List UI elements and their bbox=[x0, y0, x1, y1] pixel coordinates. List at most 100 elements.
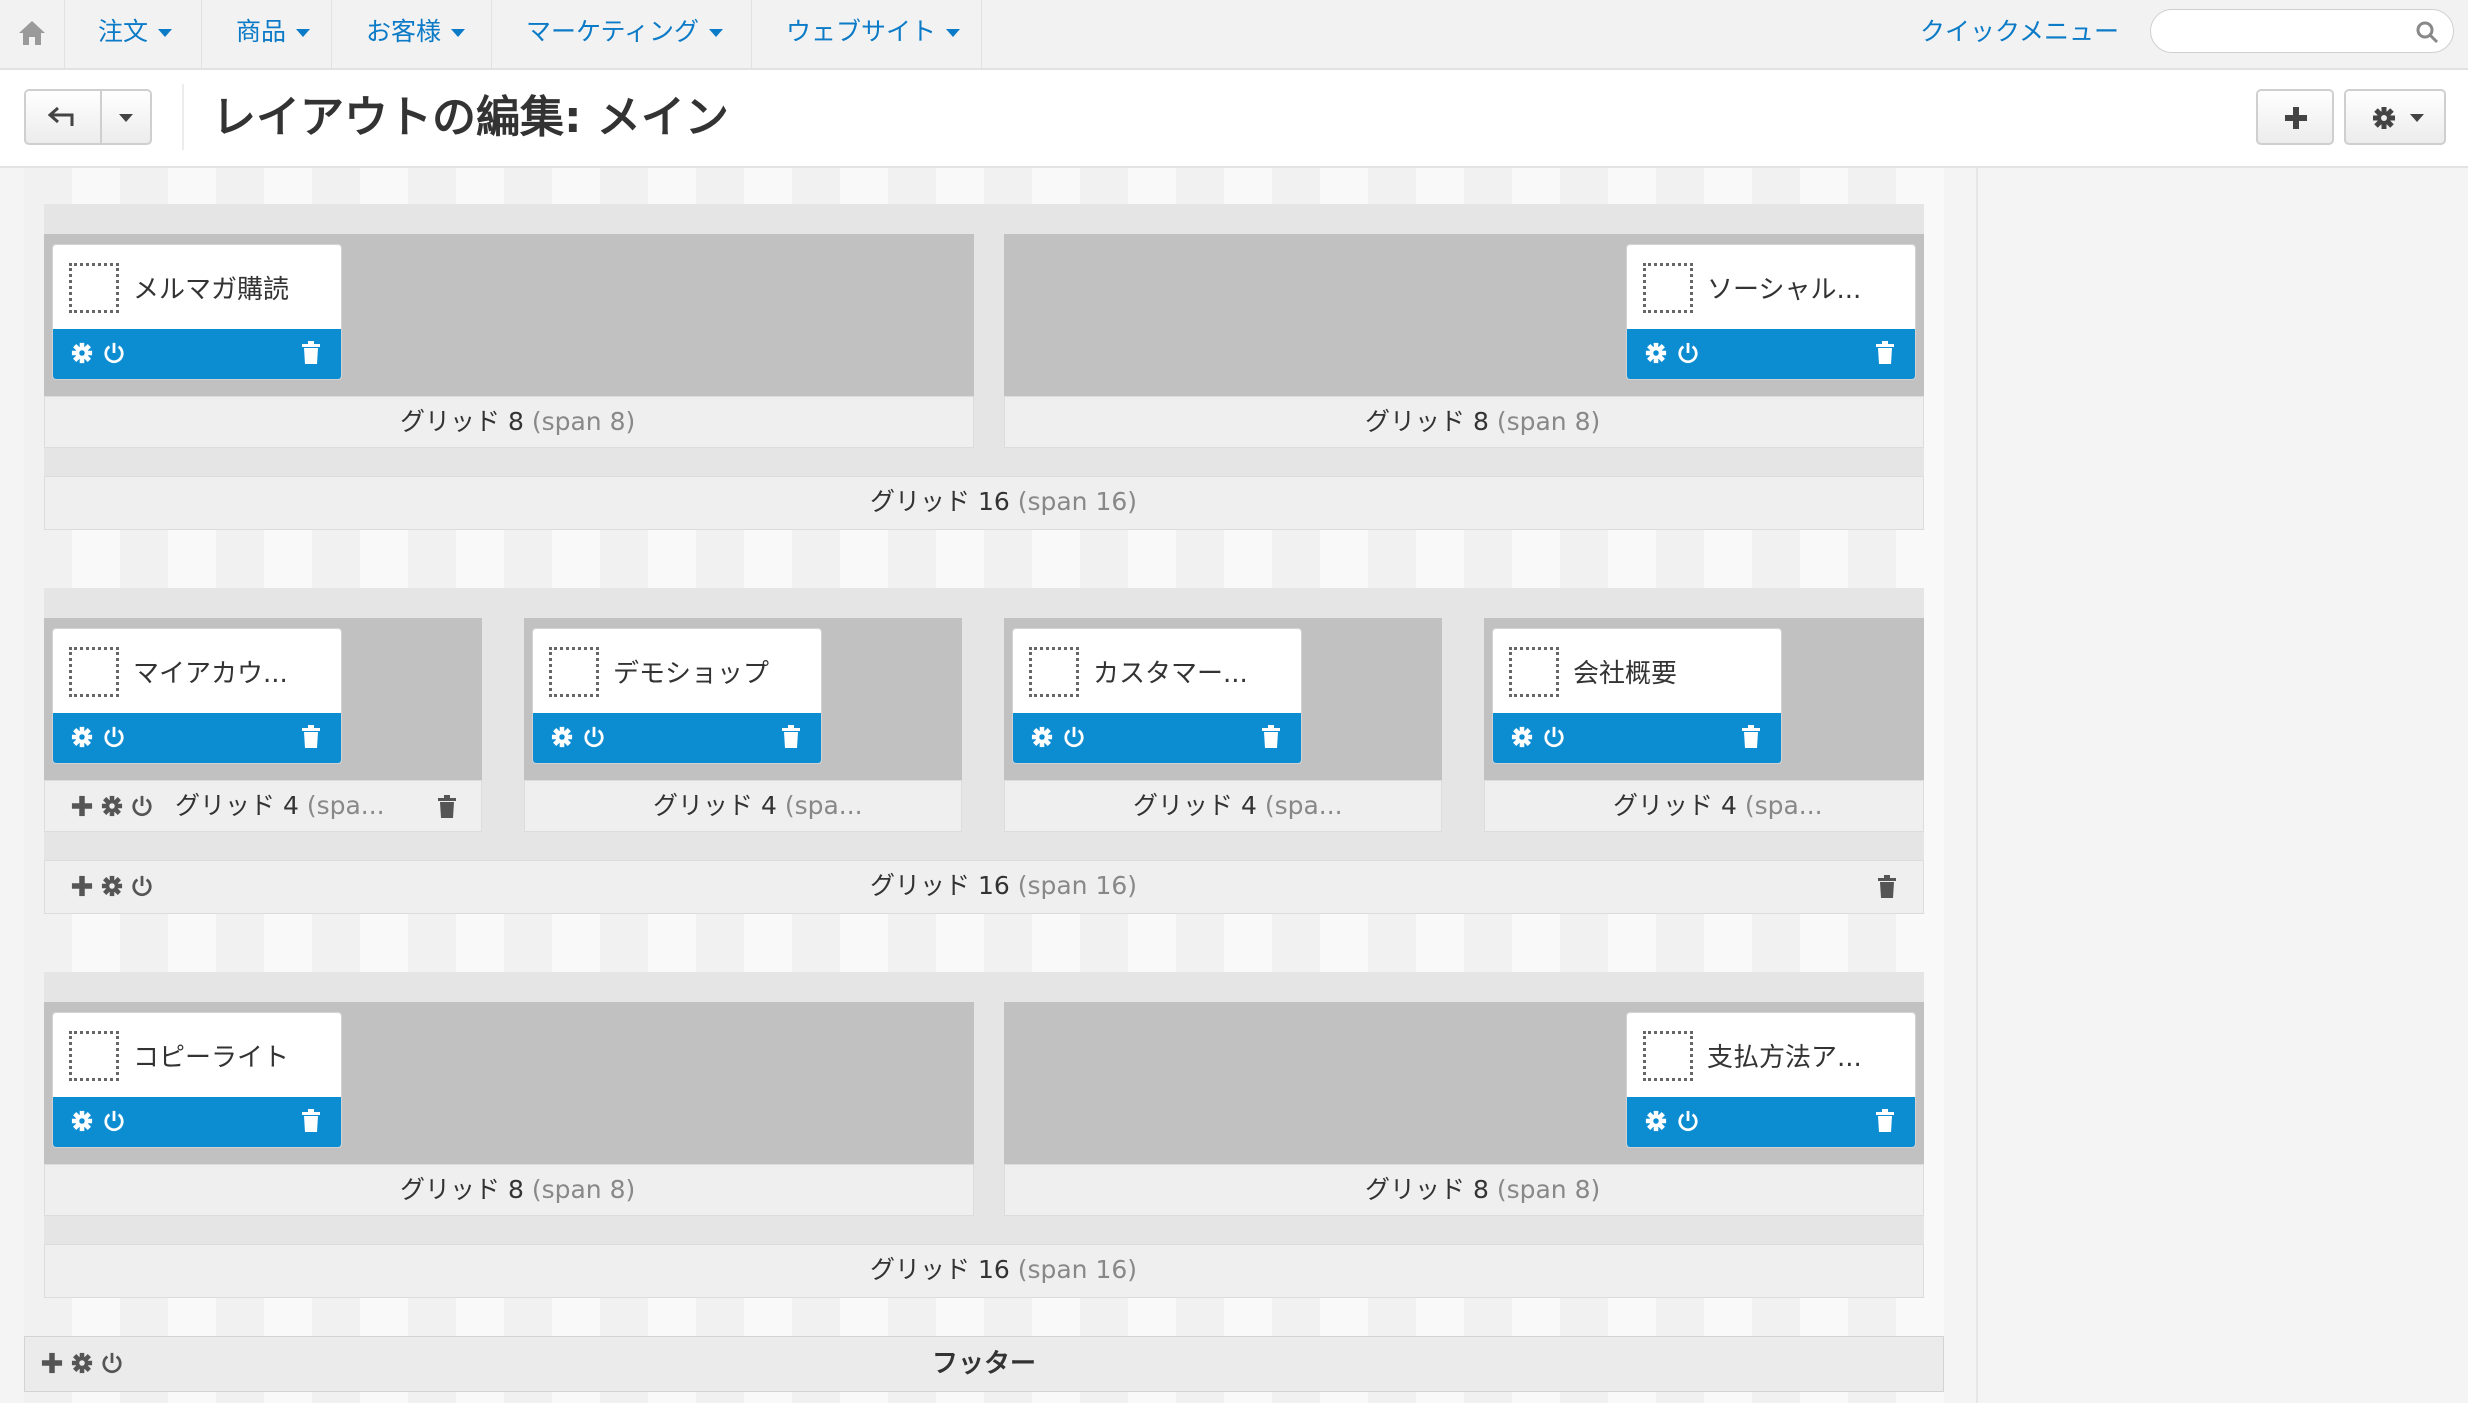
trash-icon[interactable] bbox=[1875, 1109, 1895, 1133]
content-block[interactable]: メルマガ購読 bbox=[52, 244, 342, 380]
grid-span: (spa... bbox=[306, 791, 385, 820]
grid-cell: メルマガ購読 bbox=[44, 234, 974, 396]
power-icon[interactable] bbox=[131, 875, 153, 901]
trash-icon[interactable] bbox=[301, 1109, 321, 1133]
nav-menu-label: マーケティング bbox=[526, 17, 700, 46]
plus-icon[interactable] bbox=[71, 795, 93, 821]
back-button[interactable] bbox=[24, 89, 102, 145]
back-dropdown-button[interactable] bbox=[100, 89, 152, 145]
chevron-down-icon bbox=[709, 29, 724, 37]
gear-icon[interactable] bbox=[101, 875, 123, 901]
nav-menu-products[interactable]: 商品 bbox=[202, 0, 332, 68]
grid-span: (span 8) bbox=[1496, 407, 1601, 436]
dotted-square-icon[interactable] bbox=[1643, 1031, 1693, 1081]
gear-icon[interactable] bbox=[1645, 342, 1667, 364]
grid-name: グリッド 8 bbox=[400, 407, 524, 436]
grid-cell-label: グリッド 8 (span 8) bbox=[400, 1165, 635, 1215]
power-icon[interactable] bbox=[1543, 726, 1565, 748]
chevron-down-icon bbox=[946, 29, 961, 37]
quick-menu-link[interactable]: クイックメニュー bbox=[1920, 0, 2119, 68]
gear-icon[interactable] bbox=[71, 726, 93, 748]
content-block[interactable]: デモショップ bbox=[532, 628, 822, 764]
search-box bbox=[2150, 9, 2454, 53]
content-block[interactable]: マイアカウ... bbox=[52, 628, 342, 764]
trash-icon[interactable] bbox=[1877, 875, 1897, 903]
content-block[interactable]: コピーライト bbox=[52, 1012, 342, 1148]
grid-name: グリッド 16 bbox=[870, 487, 1010, 516]
grid-cell: デモショップ bbox=[524, 618, 962, 780]
power-icon[interactable] bbox=[103, 1110, 125, 1132]
trash-icon[interactable] bbox=[1875, 341, 1895, 365]
grid-container-tools bbox=[71, 875, 161, 899]
content-block[interactable]: カスタマー... bbox=[1012, 628, 1302, 764]
search-icon[interactable] bbox=[2415, 20, 2439, 44]
trash-icon[interactable] bbox=[301, 341, 321, 365]
nav-menu-website[interactable]: ウェブサイト bbox=[752, 0, 982, 68]
settings-button[interactable] bbox=[2344, 89, 2446, 145]
gear-icon[interactable] bbox=[551, 726, 573, 748]
dotted-square-icon[interactable] bbox=[69, 263, 119, 313]
gear-icon[interactable] bbox=[71, 1110, 93, 1132]
block-toolbar bbox=[533, 713, 821, 763]
gear-icon bbox=[2373, 107, 2395, 129]
trash-icon[interactable] bbox=[1261, 725, 1281, 749]
chevron-down-icon bbox=[296, 29, 311, 37]
dotted-square-icon[interactable] bbox=[69, 1031, 119, 1081]
content-block[interactable]: ソーシャル... bbox=[1626, 244, 1916, 380]
trash-icon[interactable] bbox=[1741, 725, 1761, 749]
block-toolbar bbox=[53, 713, 341, 763]
dotted-square-icon[interactable] bbox=[69, 647, 119, 697]
power-icon[interactable] bbox=[583, 726, 605, 748]
content-block[interactable]: 会社概要 bbox=[1492, 628, 1782, 764]
grid-container-label: グリッド 16 (span 16) bbox=[870, 477, 1137, 529]
gear-icon[interactable] bbox=[71, 342, 93, 364]
grid-name: グリッド 8 bbox=[400, 1175, 524, 1204]
gear-icon[interactable] bbox=[1645, 1110, 1667, 1132]
power-icon[interactable] bbox=[103, 726, 125, 748]
search-input[interactable] bbox=[2167, 18, 2401, 46]
content-block[interactable]: 支払方法ア... bbox=[1626, 1012, 1916, 1148]
grid-container: マイアカウ... グリッド 4 (spa... デモショップ グリッド 4 (s… bbox=[44, 588, 1924, 914]
grid-cell-label: グリッド 4 (spa... bbox=[175, 781, 385, 831]
dotted-square-icon[interactable] bbox=[1509, 647, 1559, 697]
block-toolbar bbox=[1627, 1097, 1915, 1147]
dotted-square-icon[interactable] bbox=[1029, 647, 1079, 697]
chevron-down-icon bbox=[2410, 114, 2424, 122]
nav-menu-marketing[interactable]: マーケティング bbox=[492, 0, 752, 68]
gear-icon[interactable] bbox=[1031, 726, 1053, 748]
power-icon[interactable] bbox=[1063, 726, 1085, 748]
grid-cell-footer: グリッド 4 (spa... bbox=[524, 780, 962, 832]
grid-cell: 会社概要 bbox=[1484, 618, 1924, 780]
footer-section-bar: フッター bbox=[24, 1336, 1944, 1392]
grid-span: (span 8) bbox=[531, 407, 636, 436]
gear-icon[interactable] bbox=[101, 795, 123, 821]
power-icon[interactable] bbox=[131, 795, 153, 821]
block-title: メルマガ購読 bbox=[133, 275, 290, 305]
block-title: カスタマー... bbox=[1093, 659, 1248, 689]
nav-menu-label: 商品 bbox=[236, 17, 287, 46]
grid-name: グリッド 16 bbox=[870, 1255, 1010, 1284]
trash-icon[interactable] bbox=[437, 795, 457, 823]
footer-section-label: フッター bbox=[931, 1349, 1036, 1379]
dotted-square-icon[interactable] bbox=[1643, 263, 1693, 313]
home-button[interactable] bbox=[0, 0, 65, 68]
grid-container-footer: グリッド 16 (span 16) bbox=[44, 860, 1924, 914]
grid-span: (spa... bbox=[1744, 791, 1823, 820]
grid-cell: 支払方法ア... bbox=[1004, 1002, 1924, 1164]
nav-menu-customers[interactable]: お客様 bbox=[332, 0, 492, 68]
grid-cell-footer: グリッド 4 (spa... bbox=[44, 780, 482, 832]
grid-span: (span 16) bbox=[1017, 1255, 1138, 1284]
power-icon[interactable] bbox=[103, 342, 125, 364]
dotted-square-icon[interactable] bbox=[549, 647, 599, 697]
nav-menu-orders[interactable]: 注文 bbox=[64, 0, 202, 68]
gear-icon[interactable] bbox=[1511, 726, 1533, 748]
plus-icon[interactable] bbox=[71, 875, 93, 901]
trash-icon[interactable] bbox=[781, 725, 801, 749]
power-icon[interactable] bbox=[1677, 1110, 1699, 1132]
chevron-down-icon bbox=[451, 29, 466, 37]
add-button[interactable] bbox=[2256, 89, 2334, 145]
grid-span: (span 8) bbox=[531, 1175, 636, 1204]
block-title: 会社概要 bbox=[1573, 659, 1678, 689]
power-icon[interactable] bbox=[1677, 342, 1699, 364]
trash-icon[interactable] bbox=[301, 725, 321, 749]
